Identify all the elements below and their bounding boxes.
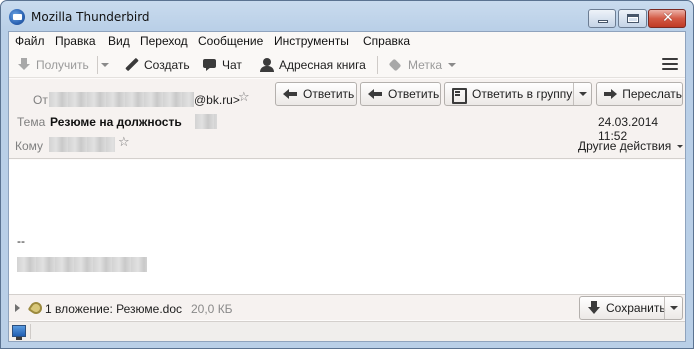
contact-icon [260,58,274,72]
maximize-button[interactable] [618,9,647,28]
message-header: От @bk.ru> ☆ Ответить Ответить Ответить … [9,79,685,159]
pencil-icon [125,58,139,72]
status-separator [30,324,31,339]
expand-triangle-icon[interactable] [15,304,20,312]
reply-list-dropdown[interactable] [573,83,591,105]
redacted-subject-part [195,114,217,129]
thunderbird-window: Mozilla Thunderbird ✕ Файл Правка Вид Пе… [0,0,694,349]
menu-go[interactable]: Переход [140,34,188,48]
attachment-summary[interactable]: 1 вложение: Резюме.doc [45,302,182,316]
address-book-button[interactable]: Адресная книга [260,55,366,75]
save-dropdown[interactable] [664,297,682,319]
get-mail-label: Получить [36,58,89,72]
forward-button[interactable]: Переслать [596,82,683,106]
main-frame: Файл Правка Вид Переход Сообщение Инстру… [8,31,686,342]
app-menu-button[interactable] [662,58,678,72]
chevron-down-icon [669,306,678,310]
chevron-down-icon [677,144,684,148]
reply-icon [283,88,297,100]
tag-label: Метка [408,58,443,72]
redacted-sender-name [49,92,194,107]
get-mail-dropdown[interactable] [101,55,109,75]
hamburger-line [662,68,678,70]
close-icon: ✕ [662,10,674,26]
save-download-icon [588,301,600,315]
attachment-bar: 1 вложение: Резюме.doc 20,0 КБ Сохранить [9,294,685,320]
main-toolbar: Получить Создать Чат Адресная книга Метк… [9,52,685,78]
chat-button[interactable]: Чат [203,55,242,75]
reply-all-label: Ответить [388,87,440,101]
maximize-icon [627,14,639,23]
paperclip-icon [27,299,45,317]
reply-all-button[interactable]: Ответить [360,82,441,106]
menu-view[interactable]: Вид [108,34,130,48]
to-label: Кому [15,139,44,153]
save-label: Сохранить [606,301,666,315]
menu-edit[interactable]: Правка [55,34,96,48]
chevron-down-icon [578,92,587,96]
chevron-down-icon [448,63,457,67]
hamburger-line [662,63,678,65]
attachment-size: 20,0 КБ [191,302,233,316]
other-actions-button[interactable]: Другие действия [578,139,684,153]
menu-tools[interactable]: Инструменты [274,34,349,48]
close-button[interactable]: ✕ [648,9,686,28]
chat-label: Чат [222,58,242,72]
menu-file[interactable]: Файл [15,34,45,48]
signature-separator: -- [17,234,25,248]
subject-label: Тема [17,115,46,129]
write-button[interactable]: Создать [125,55,190,75]
title-bar[interactable]: Mozilla Thunderbird ✕ [1,1,693,31]
menu-message[interactable]: Сообщение [198,34,263,48]
online-status-icon[interactable] [12,325,26,340]
thunderbird-logo-icon [9,9,25,25]
reply-all-icon [368,88,382,100]
chat-bubble-icon [203,58,217,72]
from-label: От [33,93,48,107]
toolbar-separator [377,56,378,74]
toolbar-separator [97,56,98,74]
other-actions-label: Другие действия [578,139,672,153]
get-mail-button[interactable]: Получить [17,55,89,75]
minimize-button[interactable] [588,9,616,28]
tag-icon [389,58,403,72]
menu-help[interactable]: Справка [363,34,410,48]
mailing-list-icon [452,88,467,104]
chevron-down-icon [101,63,109,67]
tag-button[interactable]: Метка [389,55,457,75]
star-icon[interactable]: ☆ [118,135,130,150]
redacted-recipient [49,137,115,152]
download-icon [17,58,31,72]
minimize-icon [598,20,608,23]
write-label: Создать [144,58,190,72]
star-icon[interactable]: ☆ [238,90,250,105]
address-book-label: Адресная книга [279,58,366,72]
redacted-signature [17,257,147,272]
reply-button[interactable]: Ответить [275,82,357,106]
forward-label: Переслать [622,87,682,101]
hamburger-menu-icon [662,58,678,60]
reply-label: Ответить [303,87,355,101]
window-title: Mozilla Thunderbird [31,10,150,24]
subject-text: Резюме на должность [50,115,182,129]
reply-list-label: Ответить в группу [472,87,573,101]
save-attachment-button[interactable]: Сохранить [579,296,683,320]
reply-list-button[interactable]: Ответить в группу [444,82,592,106]
forward-icon [604,88,618,100]
from-email[interactable]: @bk.ru> [194,93,240,107]
message-body[interactable]: -- [9,160,685,294]
status-bar [9,321,685,341]
menu-bar: Файл Правка Вид Переход Сообщение Инстру… [9,32,685,52]
